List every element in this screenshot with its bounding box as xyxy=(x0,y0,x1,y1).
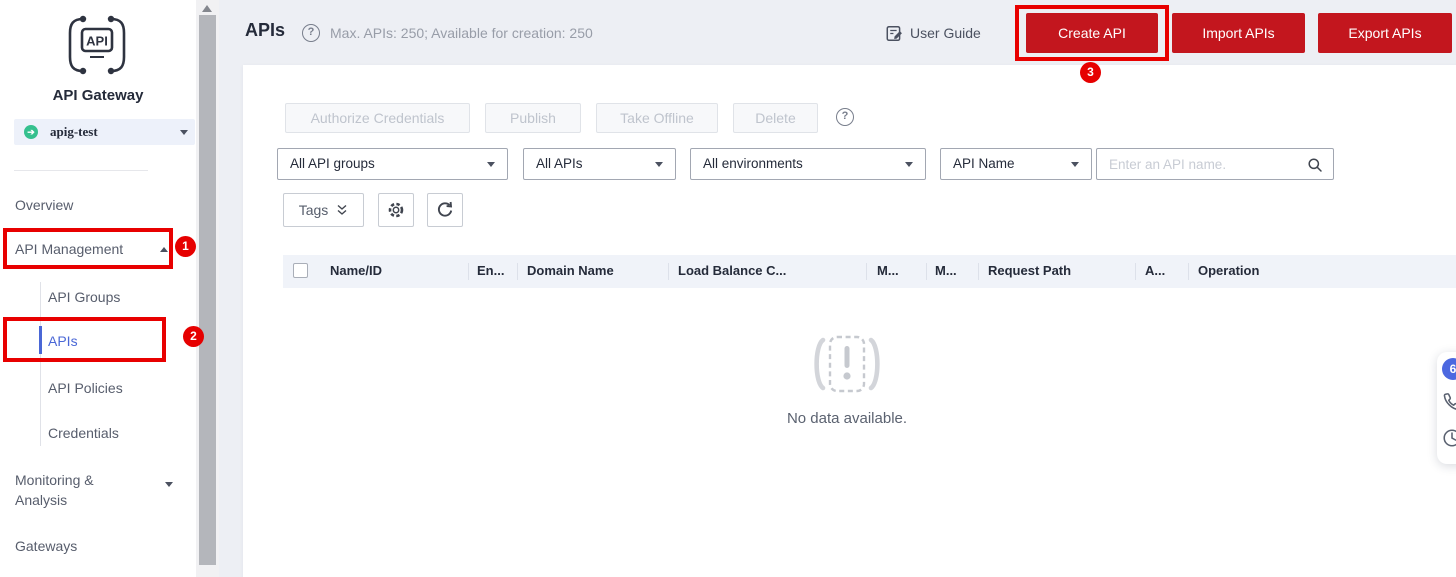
column-header-m1: M... xyxy=(877,263,899,278)
actions-help-icon[interactable]: ? xyxy=(836,108,854,126)
scrollbar-thumb[interactable] xyxy=(199,15,216,565)
active-item-indicator xyxy=(39,326,42,354)
sidebar-item-credentials[interactable]: Credentials xyxy=(48,425,119,441)
instance-status-icon: ➔ xyxy=(24,125,38,139)
api-group-filter-value: All API groups xyxy=(290,156,375,171)
instance-selector[interactable]: ➔ apig-test xyxy=(14,119,195,145)
empty-state-text: No data available. xyxy=(772,410,922,427)
notification-badge[interactable]: 6 xyxy=(1442,358,1456,380)
column-header-environment: En... xyxy=(477,263,504,278)
column-separator xyxy=(468,263,469,280)
sidebar-item-apis[interactable]: APIs xyxy=(48,333,78,349)
sidebar: API API Gateway ➔ apig-test Overview API… xyxy=(0,0,196,577)
column-separator xyxy=(926,263,927,280)
sidebar-item-overview[interactable]: Overview xyxy=(15,197,73,213)
refresh-icon xyxy=(436,201,454,219)
environment-filter-select[interactable]: All environments xyxy=(690,148,926,180)
chevron-down-icon xyxy=(655,162,663,167)
column-separator xyxy=(517,263,518,280)
tags-label: Tags xyxy=(299,202,329,218)
tags-filter-button[interactable]: Tags xyxy=(283,193,364,227)
api-group-filter-select[interactable]: All API groups xyxy=(277,148,508,180)
column-separator xyxy=(978,263,979,280)
phone-icon[interactable] xyxy=(1442,392,1456,412)
clock-icon[interactable] xyxy=(1442,428,1456,448)
api-name-search-input[interactable] xyxy=(1097,149,1302,179)
chevron-down-icon xyxy=(905,162,913,167)
content-card xyxy=(243,65,1456,577)
chevron-down-icon xyxy=(180,130,188,135)
search-field-value: API Name xyxy=(953,156,1015,171)
page-help-icon[interactable]: ? xyxy=(302,24,320,42)
column-header-operation: Operation xyxy=(1198,263,1259,278)
select-all-checkbox[interactable] xyxy=(293,263,308,278)
gear-icon xyxy=(387,201,405,219)
column-separator xyxy=(866,263,867,280)
chevron-down-icon xyxy=(487,162,495,167)
annotation-badge-step2: 2 xyxy=(183,326,204,347)
chevron-down-icon xyxy=(165,482,173,487)
export-apis-button[interactable]: Export APIs xyxy=(1318,13,1452,53)
no-data-icon xyxy=(804,332,890,398)
column-header-name-id: Name/ID xyxy=(330,263,382,278)
app-title: API Gateway xyxy=(0,87,196,104)
column-header-request-path: Request Path xyxy=(988,263,1071,278)
import-apis-button[interactable]: Import APIs xyxy=(1172,13,1305,53)
api-gateway-logo-icon: API xyxy=(59,14,135,76)
scroll-up-arrow-icon[interactable] xyxy=(202,5,212,12)
column-settings-button[interactable] xyxy=(378,193,414,227)
column-header-m2: M... xyxy=(935,263,957,278)
chevron-up-icon xyxy=(160,247,168,252)
user-guide-label: User Guide xyxy=(910,25,981,41)
sidebar-scrollbar[interactable] xyxy=(196,0,219,577)
annotation-badge-step3: 3 xyxy=(1080,62,1101,83)
quota-text: Max. APIs: 250; Available for creation: … xyxy=(330,25,593,41)
user-guide-link[interactable]: User Guide xyxy=(886,23,981,43)
svg-text:API: API xyxy=(86,34,108,49)
take-offline-button[interactable]: Take Offline xyxy=(596,103,718,133)
sidebar-item-api-policies[interactable]: API Policies xyxy=(48,380,123,396)
search-box xyxy=(1096,148,1334,180)
instance-name: apig-test xyxy=(50,124,98,140)
search-icon[interactable] xyxy=(1307,157,1323,173)
support-widget: 6 xyxy=(1437,352,1456,464)
double-chevron-down-icon xyxy=(336,204,348,216)
sidebar-item-monitoring-analysis[interactable]: Monitoring & Analysis xyxy=(15,470,133,510)
document-pen-icon xyxy=(886,25,903,42)
delete-button[interactable]: Delete xyxy=(733,103,818,133)
nav-tree-line xyxy=(40,282,41,446)
column-separator xyxy=(1188,263,1189,280)
annotation-badge-step1: 1 xyxy=(175,236,196,257)
publish-button[interactable]: Publish xyxy=(485,103,581,133)
column-header-a: A... xyxy=(1145,263,1165,278)
column-separator xyxy=(668,263,669,280)
sidebar-item-api-management[interactable]: API Management xyxy=(15,241,123,257)
table-header: Name/ID En... Domain Name Load Balance C… xyxy=(283,255,1456,288)
api-type-filter-value: All APIs xyxy=(536,156,583,171)
sidebar-divider xyxy=(14,170,148,171)
create-api-button[interactable]: Create API xyxy=(1026,13,1158,53)
refresh-button[interactable] xyxy=(427,193,463,227)
column-separator xyxy=(1135,263,1136,280)
search-field-select[interactable]: API Name xyxy=(940,148,1092,180)
environment-filter-value: All environments xyxy=(703,156,803,171)
sidebar-item-gateways[interactable]: Gateways xyxy=(15,538,77,554)
api-type-filter-select[interactable]: All APIs xyxy=(523,148,676,180)
column-header-domain-name: Domain Name xyxy=(527,263,614,278)
column-header-load-balance: Load Balance C... xyxy=(678,263,786,278)
page-title: APIs xyxy=(245,20,285,41)
sidebar-item-api-groups[interactable]: API Groups xyxy=(48,289,120,305)
chevron-down-icon xyxy=(1071,162,1079,167)
authorize-credentials-button[interactable]: Authorize Credentials xyxy=(285,103,470,133)
